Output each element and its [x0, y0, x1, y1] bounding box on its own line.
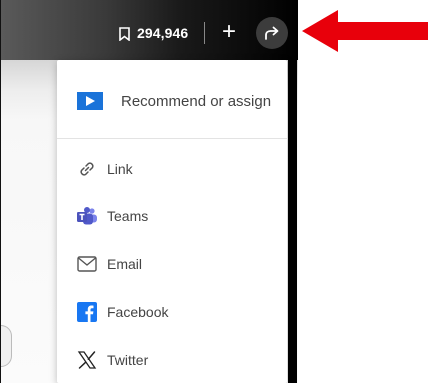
menu-item-recommend[interactable]: Recommend or assign: [57, 83, 287, 119]
scroll-handle[interactable]: [1, 325, 12, 367]
top-toolbar: 294,946 +: [0, 0, 298, 60]
toolbar-divider: [204, 22, 205, 44]
window-edge: [288, 60, 297, 383]
teams-icon: [76, 205, 98, 227]
plus-icon[interactable]: +: [219, 19, 239, 45]
facebook-icon: [76, 301, 98, 323]
menu-item-twitter[interactable]: Twitter: [57, 342, 287, 378]
share-menu: Recommend or assign Link Teams Email Fac…: [57, 60, 287, 383]
red-arrow-annotation: [302, 10, 428, 52]
bookmark-icon[interactable]: [119, 27, 130, 46]
email-icon: [76, 253, 98, 275]
menu-item-facebook[interactable]: Facebook: [57, 294, 287, 330]
save-count: 294,946: [137, 25, 189, 41]
share-button[interactable]: [256, 17, 288, 49]
menu-divider: [57, 138, 287, 139]
recommend-icon: [77, 90, 103, 112]
link-icon: [76, 158, 98, 180]
x-icon: [76, 349, 98, 371]
menu-item-label: Twitter: [107, 352, 149, 368]
menu-item-label: Facebook: [107, 304, 169, 320]
menu-item-label: Link: [107, 161, 133, 177]
menu-item-teams[interactable]: Teams: [57, 198, 287, 234]
share-icon: [265, 26, 279, 40]
menu-item-link[interactable]: Link: [57, 151, 287, 187]
menu-item-label: Recommend or assign: [121, 92, 272, 110]
menu-item-label: Email: [107, 256, 143, 272]
menu-item-label: Teams: [107, 208, 149, 224]
menu-item-email[interactable]: Email: [57, 246, 287, 282]
